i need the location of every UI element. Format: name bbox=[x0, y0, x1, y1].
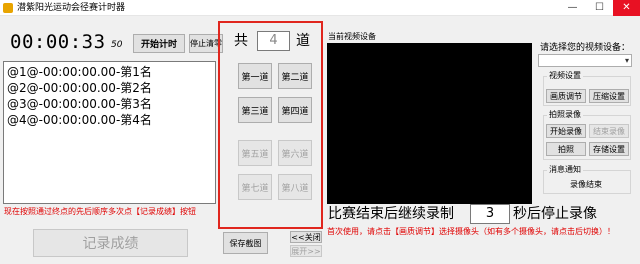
current-video-device-label: 当前视频设备 bbox=[328, 32, 376, 41]
list-item: @1@-00:00:00.00-第1名 bbox=[7, 65, 152, 79]
save-screenshot-button[interactable]: 保存截图 bbox=[223, 232, 268, 254]
expand-panel-button[interactable]: 展开>> bbox=[290, 245, 322, 257]
app-icon bbox=[3, 3, 13, 13]
start-record-button[interactable]: 开始录像 bbox=[546, 124, 586, 138]
lane-4-button[interactable]: 第四道 bbox=[278, 97, 312, 123]
chevron-down-icon: ▾ bbox=[624, 56, 629, 65]
capture-legend: 拍照录像 bbox=[547, 110, 583, 120]
window-title: 潜紫阳光运动会径赛计时器 bbox=[17, 3, 126, 13]
lane-6-button[interactable]: 第六道 bbox=[278, 140, 312, 166]
lane-count-input[interactable]: 4 bbox=[257, 31, 290, 51]
maximize-button[interactable]: ☐ bbox=[586, 0, 613, 16]
timer-fraction: 50 bbox=[111, 40, 123, 50]
close-button[interactable]: ✕ bbox=[613, 0, 640, 16]
lane-count-prefix: 共 bbox=[234, 33, 248, 49]
select-device-label: 请选择您的视频设备： bbox=[540, 43, 631, 53]
quality-adjust-button[interactable]: 画质调节 bbox=[546, 89, 586, 103]
close-panel-button[interactable]: <<关闭 bbox=[290, 231, 322, 243]
camera-hint: 首次使用，请点击【画质调节】选择摄像头（如有多个摄像头，请点击后切换）！ bbox=[327, 227, 615, 236]
lane-5-button[interactable]: 第五道 bbox=[238, 140, 272, 166]
seconds-input[interactable]: 3 bbox=[470, 204, 510, 224]
results-list[interactable]: @1@-00:00:00.00-第1名 @2@-00:00:00.00-第2名 … bbox=[3, 61, 216, 204]
lane-1-button[interactable]: 第一道 bbox=[238, 63, 272, 89]
end-record-button[interactable]: 结束录像 bbox=[589, 124, 629, 138]
timer-display: 00:00:33 bbox=[10, 31, 106, 53]
lane-7-button[interactable]: 第七道 bbox=[238, 174, 272, 200]
start-timer-button[interactable]: 开始计时 bbox=[133, 34, 185, 53]
lane-3-button[interactable]: 第三道 bbox=[238, 97, 272, 123]
list-item: @4@-00:00:00.00-第4名 bbox=[7, 113, 152, 127]
storage-settings-button[interactable]: 存储设置 bbox=[589, 142, 629, 156]
message-text: 录像结束 bbox=[570, 180, 602, 189]
lane-2-button[interactable]: 第二道 bbox=[278, 63, 312, 89]
message-legend: 消息通知 bbox=[547, 165, 583, 175]
minimize-button[interactable]: — bbox=[559, 0, 586, 16]
list-item: @2@-00:00:00.00-第2名 bbox=[7, 81, 152, 95]
record-hint: 现在按照通过终点的先后顺序多次点【记录成绩】按钮 bbox=[4, 207, 196, 216]
lane-count-suffix: 道 bbox=[296, 33, 310, 49]
video-settings-legend: 视频设置 bbox=[547, 71, 583, 81]
continue-record-label: 比赛结束后继续录制 bbox=[328, 206, 454, 222]
record-result-button[interactable]: 记录成绩 bbox=[33, 229, 188, 257]
video-device-select[interactable]: ▾ bbox=[538, 54, 632, 67]
photo-button[interactable]: 拍照 bbox=[546, 142, 586, 156]
video-preview bbox=[327, 43, 532, 204]
lane-8-button[interactable]: 第八道 bbox=[278, 174, 312, 200]
stop-record-label: 秒后停止录像 bbox=[513, 206, 597, 222]
title-bar: 潜紫阳光运动会径赛计时器 — ☐ ✕ bbox=[0, 0, 640, 16]
list-item: @3@-00:00:00.00-第3名 bbox=[7, 97, 152, 111]
compress-settings-button[interactable]: 压缩设置 bbox=[589, 89, 629, 103]
